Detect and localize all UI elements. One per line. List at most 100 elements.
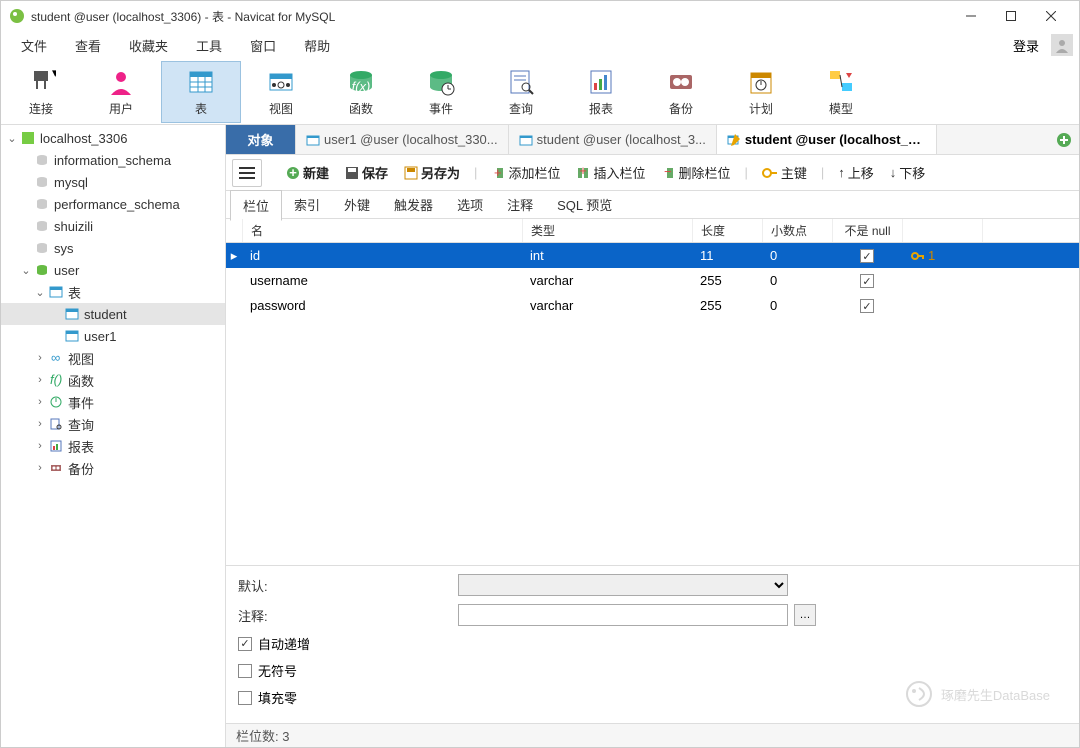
new-button[interactable]: +新建: [280, 161, 335, 184]
fields-grid[interactable]: 名 类型 长度 小数点 不是 null ▸idint110✓1usernamev…: [226, 219, 1079, 318]
toolbar-query-button[interactable]: 查询: [481, 61, 561, 123]
fx-s-icon: f(): [47, 373, 65, 387]
toolbar-fx-button[interactable]: f(x)函数: [321, 61, 401, 123]
expand-toggle[interactable]: ⌄: [5, 132, 19, 145]
editor-tab[interactable]: student @user (localhost_3...: [509, 125, 717, 154]
fx-icon: f(x): [345, 66, 377, 98]
toolbar-model-button[interactable]: 模型: [801, 61, 881, 123]
field-properties: 默认: 注释: … ✓自动递增 无符号 填充零: [226, 565, 1079, 723]
tree-node[interactable]: ⌄localhost_3306: [1, 127, 225, 149]
insert-field-button[interactable]: +插入栏位: [570, 161, 651, 184]
tree-node[interactable]: ⌄表: [1, 281, 225, 303]
cell-key: [902, 304, 982, 308]
col-header-type[interactable]: 类型: [523, 219, 693, 242]
menu-item[interactable]: 文件: [7, 32, 61, 59]
db-conn-icon: [19, 131, 37, 145]
view-icon: [265, 66, 297, 98]
toolbar-report-button[interactable]: 报表: [561, 61, 641, 123]
toolbar-backup-button[interactable]: 备份: [641, 61, 721, 123]
expand-toggle[interactable]: ›: [33, 396, 47, 408]
subtab[interactable]: 注释: [495, 190, 545, 219]
editor-tab[interactable]: user1 @user (localhost_330...: [296, 125, 509, 154]
tree-node[interactable]: mysql: [1, 171, 225, 193]
svg-text:▾: ▾: [52, 67, 56, 80]
tree-node[interactable]: ›查询: [1, 413, 225, 435]
tree-node[interactable]: shuizili: [1, 215, 225, 237]
add-tab-button[interactable]: [1049, 125, 1079, 154]
toolbar-view-button[interactable]: 视图: [241, 61, 321, 123]
zerofill-checkbox[interactable]: [238, 691, 252, 705]
delete-field-button[interactable]: −删除栏位: [655, 161, 736, 184]
comment-more-button[interactable]: …: [794, 604, 816, 626]
toolbar-user-button[interactable]: 用户: [81, 61, 161, 123]
toolbar-plug-button[interactable]: ▾连接: [1, 61, 81, 123]
editor-tab[interactable]: student @user (localhost_33...: [717, 125, 937, 154]
tree-node[interactable]: user1: [1, 325, 225, 347]
subtab[interactable]: SQL 预览: [545, 190, 624, 219]
cell-length: 255: [692, 296, 762, 315]
col-header-key[interactable]: [903, 219, 983, 242]
expand-toggle[interactable]: ›: [33, 462, 47, 474]
save-as-button[interactable]: 另存为: [398, 161, 466, 184]
menu-item[interactable]: 工具: [182, 32, 236, 59]
close-button[interactable]: [1031, 1, 1071, 31]
unsigned-checkbox[interactable]: [238, 664, 252, 678]
toolbar-schedule-button[interactable]: 计划: [721, 61, 801, 123]
default-input[interactable]: [458, 574, 788, 596]
tree-node[interactable]: student: [1, 303, 225, 325]
move-down-button[interactable]: ↓下移: [884, 161, 932, 184]
tree-node[interactable]: ›事件: [1, 391, 225, 413]
save-button[interactable]: 保存: [339, 161, 394, 184]
cell-type: int: [522, 246, 692, 265]
avatar-icon[interactable]: [1051, 34, 1073, 56]
expand-toggle[interactable]: ›: [33, 374, 47, 386]
subtab[interactable]: 栏位: [230, 190, 282, 221]
subtab[interactable]: 选项: [445, 190, 495, 219]
subtab[interactable]: 外键: [332, 190, 382, 219]
tree-node[interactable]: ›备份: [1, 457, 225, 479]
minimize-button[interactable]: [951, 1, 991, 31]
comment-input[interactable]: [458, 604, 788, 626]
toolbar-event-button[interactable]: 事件: [401, 61, 481, 123]
subtab[interactable]: 索引: [282, 190, 332, 219]
event-icon: [425, 66, 457, 98]
tree-node[interactable]: ⌄user: [1, 259, 225, 281]
field-row[interactable]: usernamevarchar2550✓: [226, 268, 1079, 293]
move-up-button[interactable]: ↑上移: [832, 161, 880, 184]
col-header-name[interactable]: 名: [243, 219, 523, 242]
tree-node[interactable]: information_schema: [1, 149, 225, 171]
subtab[interactable]: 触发器: [382, 190, 445, 219]
expand-toggle[interactable]: ›: [33, 440, 47, 452]
menu-item[interactable]: 窗口: [236, 32, 290, 59]
maximize-button[interactable]: [991, 1, 1031, 31]
menu-toggle-button[interactable]: [232, 159, 262, 187]
field-row[interactable]: ▸idint110✓1: [226, 243, 1079, 268]
expand-toggle[interactable]: ⌄: [33, 286, 47, 299]
toolbar-table-button[interactable]: 表: [161, 61, 241, 123]
tree-node[interactable]: ›f()函数: [1, 369, 225, 391]
col-header-notnull[interactable]: 不是 null: [833, 219, 903, 242]
menu-item[interactable]: 收藏夹: [115, 32, 182, 59]
menu-item[interactable]: 帮助: [290, 32, 344, 59]
main-toolbar: ▾连接用户表视图f(x)函数事件查询报表备份计划模型: [1, 59, 1079, 125]
primary-key-button[interactable]: 主键: [756, 161, 813, 184]
tree-node[interactable]: sys: [1, 237, 225, 259]
col-header-length[interactable]: 长度: [693, 219, 763, 242]
tree-node[interactable]: ›报表: [1, 435, 225, 457]
svg-text:−: −: [664, 166, 672, 179]
expand-toggle[interactable]: ›: [33, 418, 47, 430]
object-tree[interactable]: ⌄localhost_3306information_schemamysqlpe…: [1, 125, 226, 747]
menu-bar: 文件查看收藏夹工具窗口帮助 登录: [1, 31, 1079, 59]
expand-toggle[interactable]: ⌄: [19, 264, 33, 277]
status-bar: 栏位数: 3: [226, 723, 1079, 747]
menu-item[interactable]: 查看: [61, 32, 115, 59]
add-field-button[interactable]: +添加栏位: [485, 161, 566, 184]
tree-node[interactable]: performance_schema: [1, 193, 225, 215]
login-link[interactable]: 登录: [1005, 32, 1047, 59]
field-row[interactable]: passwordvarchar2550✓: [226, 293, 1079, 318]
expand-toggle[interactable]: ›: [33, 352, 47, 364]
tab-objects[interactable]: 对象: [226, 125, 296, 154]
tree-node[interactable]: ›∞视图: [1, 347, 225, 369]
auto-increment-checkbox[interactable]: ✓: [238, 637, 252, 651]
col-header-decimals[interactable]: 小数点: [763, 219, 833, 242]
